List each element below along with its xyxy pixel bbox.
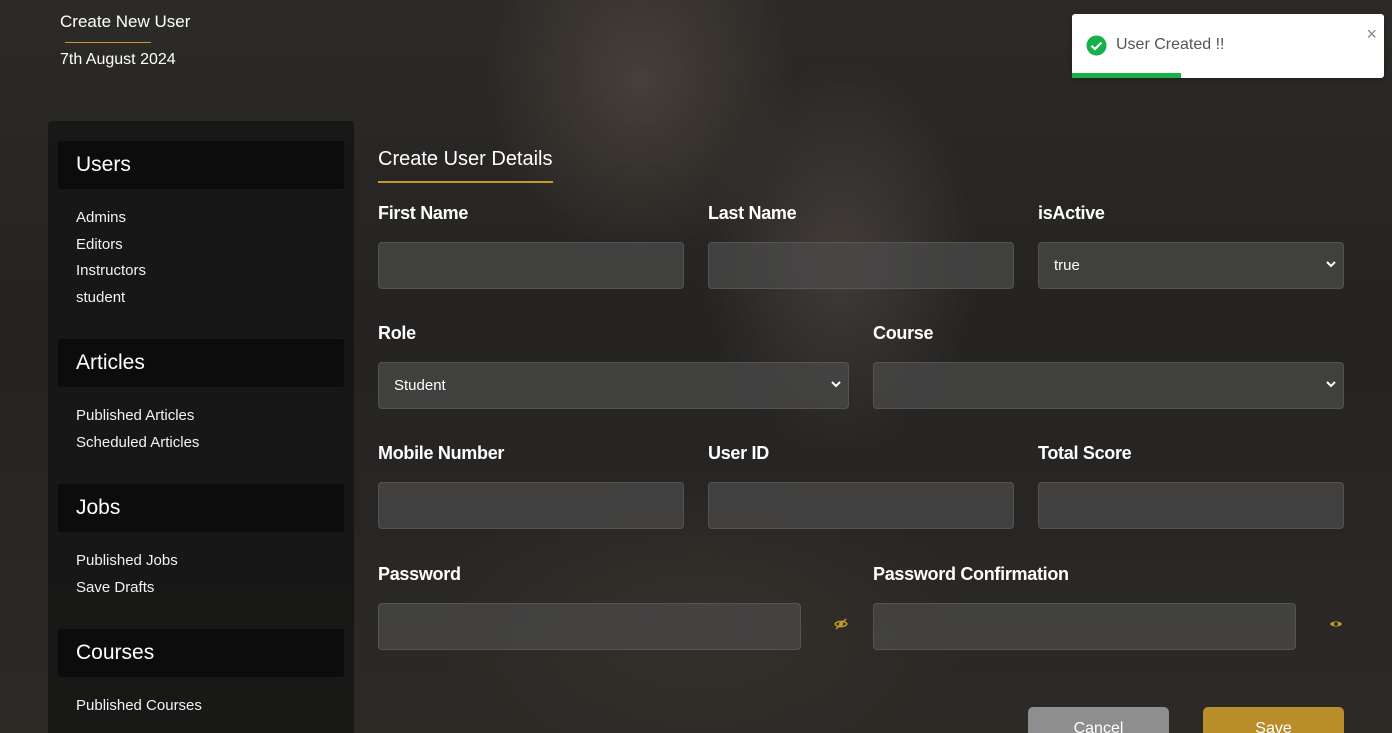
- chevron-down-icon: [831, 381, 841, 388]
- sidebar-heading-courses[interactable]: Courses: [58, 629, 344, 677]
- sidebar-section-users: Users Admins Editors Instructors student: [58, 141, 344, 311]
- sidebar-section-articles: Articles Published Articles Scheduled Ar…: [58, 339, 344, 456]
- total-score-label: Total Score: [1038, 443, 1132, 463]
- eye-icon[interactable]: [1329, 618, 1343, 630]
- first-name-label: First Name: [378, 203, 469, 223]
- page-date: 7th August 2024: [60, 51, 176, 68]
- title-underline: [65, 42, 151, 43]
- check-circle-icon: [1086, 35, 1107, 56]
- sidebar-heading-jobs[interactable]: Jobs: [58, 484, 344, 532]
- close-icon[interactable]: ×: [1366, 25, 1377, 43]
- is-active-select[interactable]: true: [1038, 242, 1344, 289]
- sidebar: Users Admins Editors Instructors student…: [48, 121, 354, 733]
- password-confirmation-input[interactable]: [873, 603, 1296, 650]
- sidebar-section-jobs: Jobs Published Jobs Save Drafts: [58, 484, 344, 601]
- chevron-down-icon: [1326, 381, 1336, 388]
- toast-message: User Created !!: [1116, 36, 1225, 53]
- role-select[interactable]: Student: [378, 362, 849, 409]
- toast-progress-bar: [1072, 73, 1182, 78]
- chevron-down-icon: [1326, 261, 1336, 268]
- user-id-label: User ID: [708, 443, 769, 463]
- form-header: Create User Details: [378, 148, 1344, 183]
- success-toast: User Created !! ×: [1072, 14, 1384, 78]
- sidebar-section-courses: Courses Published Courses: [58, 629, 344, 720]
- password-input[interactable]: [378, 603, 801, 650]
- last-name-label: Last Name: [708, 203, 797, 223]
- sidebar-item-instructors[interactable]: Instructors: [76, 258, 344, 285]
- sidebar-item-published-jobs[interactable]: Published Jobs: [76, 548, 344, 575]
- is-active-label: isActive: [1038, 203, 1105, 223]
- sidebar-heading-articles[interactable]: Articles: [58, 339, 344, 387]
- password-label: Password: [378, 564, 461, 584]
- page-title: Create New User: [60, 12, 191, 31]
- course-select[interactable]: [873, 362, 1344, 409]
- course-label: Course: [873, 323, 934, 343]
- mobile-number-label: Mobile Number: [378, 443, 505, 463]
- sidebar-item-student[interactable]: student: [76, 285, 344, 312]
- sidebar-item-admins[interactable]: Admins: [76, 205, 344, 232]
- page-header: Create New User 7th August 2024: [60, 12, 190, 69]
- sidebar-heading-users[interactable]: Users: [58, 141, 344, 189]
- is-active-value: true: [1054, 257, 1080, 274]
- cancel-button[interactable]: Cancel: [1028, 707, 1169, 733]
- form-title: Create User Details: [378, 148, 553, 183]
- last-name-input[interactable]: [708, 242, 1014, 289]
- sidebar-item-published-courses[interactable]: Published Courses: [76, 693, 344, 720]
- role-label: Role: [378, 323, 416, 343]
- password-confirmation-label: Password Confirmation: [873, 564, 1069, 584]
- eye-slash-icon[interactable]: [834, 618, 848, 630]
- sidebar-item-published-articles[interactable]: Published Articles: [76, 403, 344, 430]
- user-id-input[interactable]: [708, 482, 1014, 529]
- sidebar-item-editors[interactable]: Editors: [76, 232, 344, 259]
- mobile-number-input[interactable]: [378, 482, 684, 529]
- sidebar-item-save-drafts[interactable]: Save Drafts: [76, 575, 344, 602]
- total-score-input[interactable]: [1038, 482, 1344, 529]
- first-name-input[interactable]: [378, 242, 684, 289]
- sidebar-item-scheduled-articles[interactable]: Scheduled Articles: [76, 430, 344, 457]
- role-value: Student: [394, 377, 446, 394]
- save-button[interactable]: Save: [1203, 707, 1344, 733]
